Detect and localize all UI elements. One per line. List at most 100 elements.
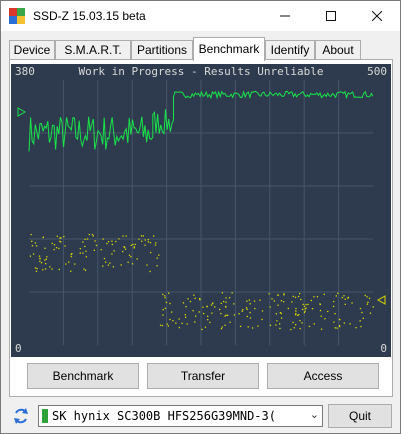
- maximize-icon: [326, 11, 336, 21]
- chart-point: [162, 293, 164, 296]
- chart-point: [164, 295, 166, 297]
- chart-point: [313, 323, 315, 325]
- chart-point: [323, 293, 325, 295]
- chart-point: [277, 294, 279, 296]
- chart-point: [233, 314, 236, 316]
- chart-point: [273, 300, 275, 302]
- chart-point: [313, 296, 315, 298]
- chart-point: [42, 269, 44, 271]
- chart-point: [35, 245, 38, 247]
- refresh-icon[interactable]: [11, 405, 31, 427]
- chart-point: [292, 321, 294, 324]
- chart-point: [42, 236, 44, 238]
- chart-point: [91, 233, 94, 236]
- chart-point: [279, 327, 281, 330]
- chart-point: [111, 243, 113, 246]
- chart-point: [64, 245, 66, 247]
- chart-point: [156, 257, 158, 259]
- chart-point: [202, 306, 204, 308]
- tab-partitions[interactable]: Partitions: [131, 40, 193, 60]
- left-axis-min: 0: [15, 342, 22, 355]
- chart-point: [359, 307, 362, 310]
- chart-point: [194, 297, 196, 299]
- chart-point: [359, 320, 361, 322]
- chart-point: [35, 270, 38, 272]
- chart-point: [242, 309, 244, 311]
- minimize-button[interactable]: [262, 1, 308, 31]
- chart-point: [162, 314, 164, 316]
- quit-button[interactable]: Quit: [328, 404, 392, 428]
- chart-point: [239, 325, 242, 327]
- chart-point: [361, 311, 363, 314]
- chart-point: [249, 303, 251, 305]
- chart-point: [293, 327, 295, 329]
- chart-point: [53, 248, 55, 251]
- chart-point: [295, 310, 297, 312]
- drive-select[interactable]: SK hynix SC300B HFS256G39MND-3( ⌄: [38, 405, 323, 427]
- chart-point: [324, 318, 326, 320]
- chart-point: [34, 267, 37, 269]
- chart-point: [303, 305, 306, 307]
- chart-point: [166, 323, 168, 325]
- chart-point: [295, 324, 297, 326]
- benchmark-button[interactable]: Benchmark: [27, 363, 139, 389]
- app-window: SSD-Z 15.03.15 beta Device S.M.A.R.T. Pa…: [0, 0, 401, 434]
- chart-point: [246, 315, 248, 318]
- chart-point: [320, 315, 322, 317]
- chart-point: [341, 297, 343, 299]
- chart-point: [44, 268, 47, 270]
- tab-about[interactable]: About: [315, 40, 361, 60]
- chart-point: [343, 295, 345, 297]
- chart-point: [295, 312, 297, 315]
- chart-point: [167, 325, 169, 327]
- chart-point: [93, 249, 95, 251]
- access-button[interactable]: Access: [267, 363, 379, 389]
- chart-point: [299, 327, 301, 330]
- chart-point: [305, 303, 307, 306]
- chart-point: [51, 242, 53, 245]
- chart-point: [102, 265, 104, 267]
- chart-point: [79, 252, 81, 254]
- chart-point: [344, 298, 346, 300]
- chart-point: [259, 299, 261, 301]
- chart-point: [302, 308, 304, 311]
- chart-point: [269, 306, 271, 308]
- chart-point: [227, 314, 229, 316]
- chart-point: [88, 233, 90, 236]
- chart-point: [58, 268, 60, 271]
- chart-point: [248, 299, 250, 301]
- tab-device[interactable]: Device: [9, 40, 55, 60]
- chart-point: [333, 300, 335, 303]
- chevron-down-icon[interactable]: ⌄: [310, 408, 319, 421]
- chart-point: [82, 241, 84, 243]
- chart-point: [56, 235, 58, 237]
- chart-point: [307, 303, 309, 306]
- chart-point: [164, 297, 166, 299]
- chart-point: [165, 301, 168, 304]
- chart-point: [147, 241, 149, 243]
- chart-point: [144, 244, 146, 246]
- tab-identify[interactable]: Identify: [265, 40, 315, 60]
- chart-point: [355, 327, 357, 329]
- chart-title: Work in Progress - Results Unreliable: [78, 65, 323, 78]
- chart-point: [241, 310, 243, 312]
- chart-point: [94, 240, 96, 242]
- chart-point: [195, 315, 197, 317]
- chart-point: [351, 302, 353, 304]
- chart-point: [155, 242, 157, 244]
- chart-point: [161, 324, 164, 327]
- right-axis-max: 500: [367, 65, 387, 78]
- chart-point: [280, 317, 283, 319]
- chart-point: [189, 300, 192, 303]
- chart-point: [268, 293, 270, 295]
- chart-point: [225, 297, 227, 299]
- chart-point: [201, 328, 203, 331]
- tab-benchmark[interactable]: Benchmark: [193, 37, 265, 61]
- tab-smart[interactable]: S.M.A.R.T.: [55, 40, 131, 60]
- chart-point: [147, 239, 149, 241]
- close-button[interactable]: [354, 1, 400, 31]
- maximize-button[interactable]: [308, 1, 354, 31]
- transfer-button[interactable]: Transfer: [147, 363, 259, 389]
- left-axis-max: 380: [15, 65, 35, 78]
- chart-point: [31, 245, 34, 247]
